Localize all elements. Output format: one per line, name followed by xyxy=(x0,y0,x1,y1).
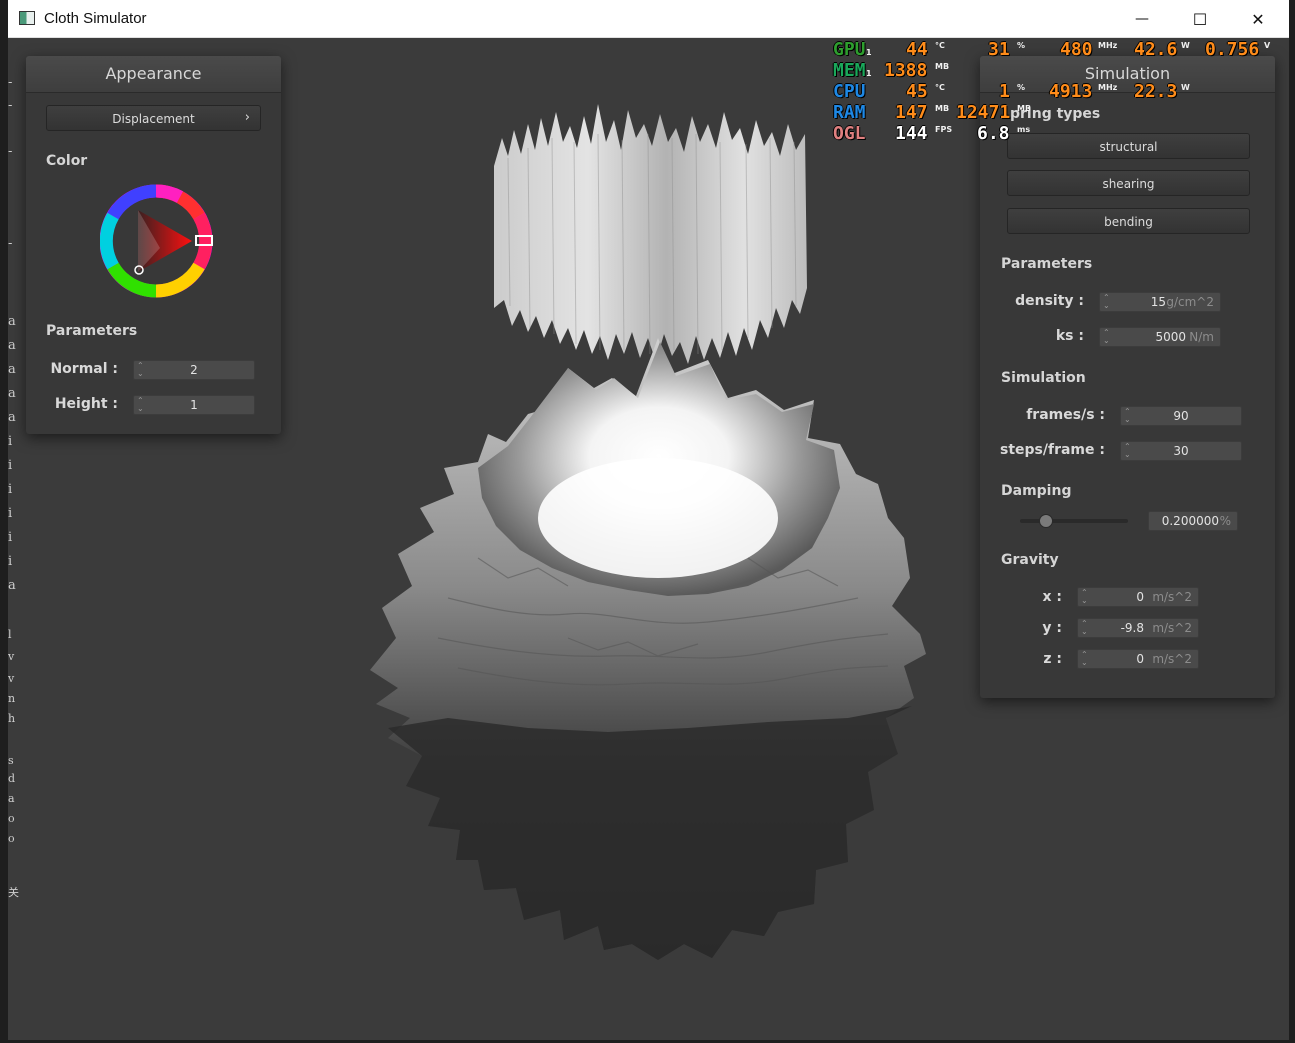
slider-handle[interactable] xyxy=(1039,514,1053,528)
slider-track xyxy=(1020,519,1128,523)
gravity-x-input[interactable]: ⌃ ⌄ 0 m/s^2 xyxy=(1077,587,1199,607)
title-bar: Cloth Simulator — ☐ ✕ xyxy=(8,0,1289,38)
structural-button[interactable]: structural xyxy=(1007,133,1250,159)
appearance-panel: Appearance Displacement › Color Paramete… xyxy=(26,56,281,434)
maximize-button[interactable]: ☐ xyxy=(1171,0,1229,38)
close-button[interactable]: ✕ xyxy=(1229,0,1287,38)
spinner-icon[interactable]: ⌃ ⌄ xyxy=(1103,329,1111,345)
displacement-label: Displacement xyxy=(112,112,195,126)
density-input[interactable]: ⌃ ⌄ 15 g/cm^2 xyxy=(1099,292,1221,312)
damping-label: Damping xyxy=(1001,483,1072,499)
ks-input[interactable]: ⌃ ⌄ 5000 N/m xyxy=(1099,327,1221,347)
displacement-button[interactable]: Displacement › xyxy=(46,105,261,131)
appearance-parameters-label: Parameters xyxy=(46,323,138,339)
steps-per-frame-input[interactable]: ⌃ ⌄ 30 xyxy=(1120,441,1242,461)
osd-cpu-temp: 45 xyxy=(906,81,928,102)
gravity-y-input[interactable]: ⌃ ⌄ -9.8 m/s^2 xyxy=(1077,618,1199,638)
osd-ogl-frametime: 6.8 xyxy=(977,123,1010,144)
ks-label: ks : xyxy=(1055,328,1084,344)
app-window: Cloth Simulator — ☐ ✕ - - - - a a a a a … xyxy=(8,0,1289,1040)
render-viewport[interactable]: - - - - a a a a a i i i i i i a l v v n … xyxy=(8,38,1289,1040)
bending-button[interactable]: bending xyxy=(1007,208,1250,234)
spinner-icon[interactable]: ⌃ ⌄ xyxy=(1103,294,1111,310)
gravity-label: Gravity xyxy=(1001,552,1059,568)
sim-parameters-label: Parameters xyxy=(1001,256,1093,272)
frames-per-second-label: frames/s : xyxy=(1026,407,1105,423)
normal-input[interactable]: ⌃ ⌄ 2 xyxy=(133,360,255,380)
gravity-z-input[interactable]: ⌃ ⌄ 0 m/s^2 xyxy=(1077,649,1199,669)
steps-per-frame-label: steps/frame : xyxy=(1000,442,1105,458)
close-icon: ✕ xyxy=(1251,9,1265,29)
density-label: density : xyxy=(1015,293,1084,309)
simulation-section-label: Simulation xyxy=(1001,370,1086,386)
minimize-button[interactable]: — xyxy=(1113,0,1171,38)
spinner-icon[interactable]: ⌃ ⌄ xyxy=(1081,651,1089,667)
osd-cpu-load: 1 xyxy=(999,81,1010,102)
osd-gpu-temp: 44 xyxy=(906,39,928,60)
osd-cpu-power: 22.3 xyxy=(1134,81,1178,102)
height-label: Height : xyxy=(54,396,118,412)
osd-ram-total: 12471 xyxy=(956,102,1011,123)
mesh-ring-band xyxy=(494,104,807,364)
osd-ram-used: 147 xyxy=(895,102,928,123)
gravity-y-label: y : xyxy=(1042,620,1062,636)
gravity-x-label: x : xyxy=(1042,589,1062,605)
maximize-icon: ☐ xyxy=(1192,9,1208,29)
simulation-panel: Simulation pring types structural sheari… xyxy=(980,56,1275,698)
osd-gpu-clock: 480 xyxy=(1060,39,1093,60)
osd-gpu-label: GPU xyxy=(833,39,866,60)
osd-ogl-fps: 144 xyxy=(895,123,928,144)
osd-gpu-voltage: 0.756 xyxy=(1205,39,1260,60)
osd-gpu-load: 31 xyxy=(988,39,1010,60)
app-icon xyxy=(19,11,35,25)
osd-ogl-label: OGL xyxy=(833,123,866,144)
gravity-z-label: z : xyxy=(1043,651,1062,667)
osd-ram-label: RAM xyxy=(833,102,866,123)
chevron-right-icon: › xyxy=(244,110,250,125)
osd-cpu-clock: 4913 xyxy=(1049,81,1093,102)
shearing-button[interactable]: shearing xyxy=(1007,170,1250,196)
osd-cpu-label: CPU xyxy=(833,81,866,102)
frames-per-second-input[interactable]: ⌃ ⌄ 90 xyxy=(1120,406,1242,426)
window-title: Cloth Simulator xyxy=(44,10,147,27)
osd-gpu-power: 42.6 xyxy=(1134,39,1178,60)
damping-input[interactable]: 0.200000 % xyxy=(1148,511,1238,531)
color-label: Color xyxy=(46,153,88,169)
damping-slider[interactable] xyxy=(1020,514,1128,528)
height-input[interactable]: ⌃ ⌄ 1 xyxy=(133,395,255,415)
minimize-icon: — xyxy=(1135,11,1149,27)
color-wheel[interactable] xyxy=(100,184,216,300)
appearance-header[interactable]: Appearance xyxy=(26,56,281,93)
spinner-icon[interactable]: ⌃ ⌄ xyxy=(1081,589,1089,605)
osd-mem-used: 1388 xyxy=(884,60,928,81)
spinner-icon[interactable]: ⌃ ⌄ xyxy=(1081,620,1089,636)
normal-label: Normal : xyxy=(50,361,118,377)
osd-mem-label: MEM xyxy=(833,60,866,81)
